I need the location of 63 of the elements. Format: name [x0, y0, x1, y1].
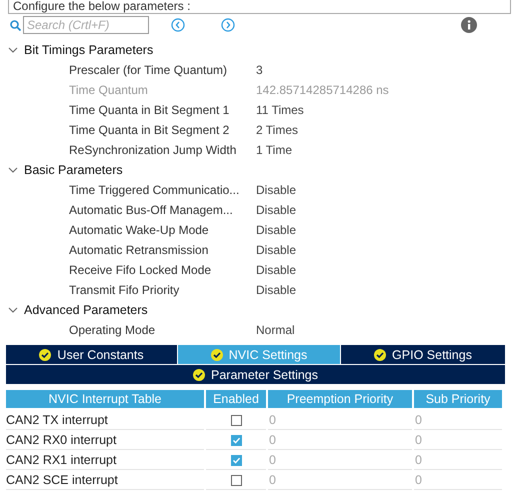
parameter-value[interactable]: 3: [256, 63, 263, 77]
interrupt-name: CAN2 TX interrupt: [6, 410, 204, 430]
check-circle-icon: [193, 368, 205, 380]
column-header: Preemption Priority: [268, 390, 412, 410]
column-header: NVIC Interrupt Table: [6, 390, 204, 410]
parameter-label: Transmit Fifo Priority: [69, 283, 180, 297]
previous-icon[interactable]: [171, 18, 185, 32]
group-title[interactable]: Basic Parameters: [24, 163, 123, 177]
instruction-text: Configure the below parameters :: [8, 0, 511, 14]
checkbox[interactable]: [230, 454, 242, 466]
parameter-label: Receive Fifo Locked Mode: [69, 263, 212, 277]
parameter-label: Time Triggered Communicatio...: [69, 183, 240, 197]
parameter-label: Time Quantum: [69, 83, 149, 97]
priority-value: 0: [414, 410, 502, 430]
parameter-label: Automatic Wake-Up Mode: [69, 223, 210, 237]
parameter-label: Automatic Bus-Off Managem...: [69, 203, 234, 217]
collapse-chevron-icon[interactable]: [8, 165, 18, 175]
parameter-value[interactable]: 1 Time: [256, 143, 292, 157]
parameter-value: 142.85714285714286 ns: [256, 83, 389, 97]
priority-value: 0: [414, 450, 502, 470]
parameter-value[interactable]: 2 Times: [256, 123, 298, 137]
tab[interactable]: GPIO Settings: [341, 345, 505, 364]
collapse-chevron-icon[interactable]: [8, 45, 18, 55]
check-circle-icon: [374, 348, 386, 360]
parameter-label: Time Quanta in Bit Segment 1: [69, 103, 230, 117]
parameter-label: Time Quanta in Bit Segment 2: [69, 123, 230, 137]
next-icon[interactable]: [221, 18, 235, 32]
checkbox[interactable]: [230, 414, 242, 426]
interrupt-name: CAN2 RX0 interrupt: [6, 430, 204, 450]
tab[interactable]: User Constants: [6, 345, 177, 364]
interrupt-name: CAN2 SCE interrupt: [6, 470, 204, 490]
priority-value: 0: [414, 470, 502, 490]
parameter-value[interactable]: Normal: [256, 323, 295, 337]
parameter-label: Prescaler (for Time Quantum): [69, 63, 228, 77]
column-header: Enabled: [206, 390, 266, 410]
parameter-value[interactable]: Disable: [256, 283, 296, 297]
check-circle-icon: [210, 348, 223, 360]
parameter-value[interactable]: Disable: [256, 223, 296, 237]
checkbox[interactable]: [230, 434, 242, 446]
info-icon[interactable]: [461, 17, 477, 33]
search-field[interactable]: Search (Crtl+F): [23, 16, 149, 34]
parameter-label: Automatic Retransmission: [69, 243, 210, 257]
priority-value: 0: [414, 430, 502, 450]
parameter-value[interactable]: Disable: [256, 263, 296, 277]
interrupt-name: CAN2 RX1 interrupt: [6, 450, 204, 470]
column-header: Sub Priority: [414, 390, 502, 410]
check-circle-icon: [39, 348, 52, 360]
priority-value: 0: [268, 410, 412, 430]
group-title[interactable]: Advanced Parameters: [24, 303, 148, 317]
priority-value: 0: [268, 430, 412, 450]
checkbox[interactable]: [230, 474, 242, 486]
parameter-label: ReSynchronization Jump Width: [69, 143, 238, 157]
priority-value: 0: [268, 450, 412, 470]
parameter-label: Operating Mode: [69, 323, 156, 337]
priority-value: 0: [268, 470, 412, 490]
parameter-value[interactable]: Disable: [256, 243, 296, 257]
group-title[interactable]: Bit Timings Parameters: [24, 43, 154, 57]
parameter-value[interactable]: Disable: [256, 183, 296, 197]
collapse-chevron-icon[interactable]: [8, 305, 18, 315]
tab[interactable]: Parameter Settings: [6, 365, 505, 384]
parameter-value[interactable]: Disable: [256, 203, 296, 217]
parameter-value[interactable]: 11 Times: [256, 103, 304, 117]
search-icon: [10, 20, 21, 30]
